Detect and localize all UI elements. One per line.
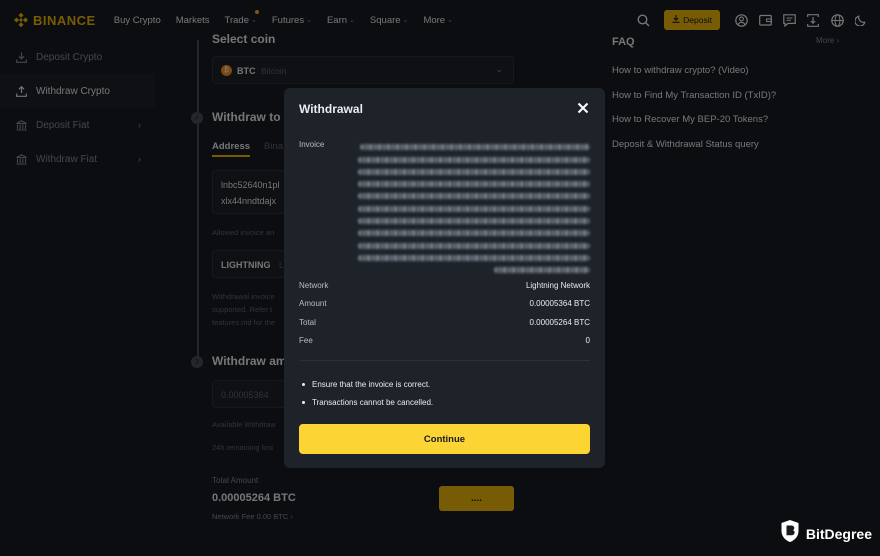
- detail-key: Fee: [299, 336, 313, 345]
- note-item: Transactions cannot be cancelled.: [302, 398, 433, 407]
- detail-key: Amount: [299, 299, 327, 308]
- blurred-line: [358, 254, 590, 261]
- detail-value: 0: [585, 336, 590, 345]
- invoice-blurred: [358, 138, 590, 274]
- blurred-line: [358, 181, 590, 188]
- bullet-dot: [302, 383, 305, 386]
- blurred-line: [358, 242, 590, 249]
- blurred-line: [358, 156, 590, 163]
- detail-value: Lightning Network: [525, 281, 590, 290]
- continue-button[interactable]: Continue: [299, 424, 590, 454]
- blurred-line: [358, 193, 590, 200]
- blurred-line: [494, 267, 590, 274]
- note-text: Ensure that the invoice is correct.: [312, 380, 431, 389]
- detail-key: Total: [299, 318, 316, 327]
- blurred-line: [358, 218, 590, 225]
- detail-row-network: Network Lightning Network: [299, 281, 590, 290]
- modal-title: Withdrawal: [299, 102, 363, 116]
- bitdegree-watermark: BitDegree: [780, 519, 872, 548]
- detail-value: 0.00005364 BTC: [529, 299, 591, 308]
- close-icon[interactable]: [577, 101, 589, 114]
- blurred-line: [360, 144, 590, 151]
- detail-row-amount: Amount 0.00005364 BTC: [299, 299, 590, 308]
- bullet-dot: [302, 401, 305, 404]
- watermark-text: BitDegree: [805, 525, 872, 542]
- blurred-line: [358, 230, 590, 237]
- note-item: Ensure that the invoice is correct.: [302, 380, 430, 389]
- bitdegree-shield-icon: [780, 519, 800, 548]
- detail-row-fee: Fee 0: [299, 336, 590, 345]
- withdrawal-modal: Withdrawal Invoice Network Lightning Net…: [284, 88, 605, 468]
- detail-value: 0.00005264 BTC: [529, 318, 591, 327]
- blurred-line: [358, 205, 590, 212]
- invoice-label: Invoice: [299, 140, 325, 149]
- detail-row-total: Total 0.00005264 BTC: [299, 318, 590, 327]
- modal-divider: [299, 360, 590, 361]
- detail-key: Network: [299, 281, 329, 290]
- blurred-line: [358, 168, 590, 175]
- note-text: Transactions cannot be cancelled.: [312, 398, 434, 407]
